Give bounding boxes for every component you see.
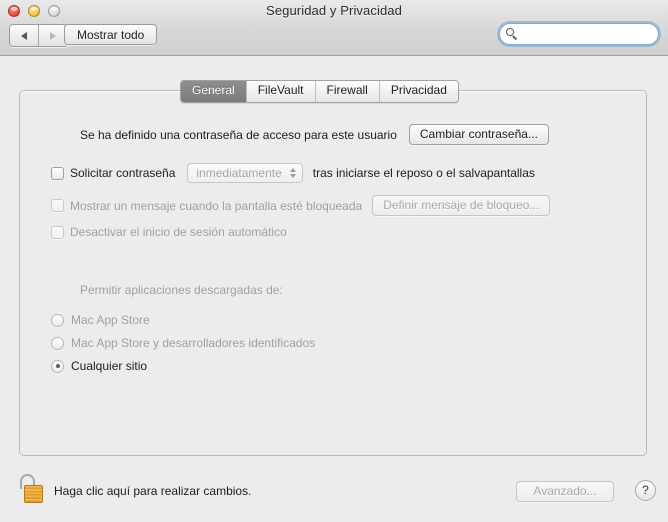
window-title: Seguridad y Privacidad [266,3,402,18]
allow-apps-option-anywhere[interactable]: Cualquier sitio [51,359,147,373]
general-settings-panel: Se ha definido una contraseña de acceso … [19,90,647,456]
tab-filevault[interactable]: FileVault [246,81,316,102]
password-status-label: Se ha definido una contraseña de acceso … [80,127,397,142]
allow-apps-option-identified-developers[interactable]: Mac App Store y desarrolladores identifi… [51,336,315,350]
require-password-checkbox[interactable] [51,166,64,180]
search-field[interactable] [499,23,659,45]
search-input[interactable] [521,26,649,42]
password-delay-select: inmediatamente [187,163,303,183]
arrow-right-icon [50,31,56,40]
allow-apps-heading-row: Permitir aplicaciones descargadas de: [80,283,283,297]
lock-icon[interactable] [18,474,44,504]
radio-identified-developers-label: Mac App Store y desarrolladores identifi… [71,336,316,350]
require-password-suffix-label: tras iniciarse el reposo o el salvapanta… [312,166,535,180]
allow-apps-option-mac-app-store[interactable]: Mac App Store [51,313,150,327]
security-privacy-window: Seguridad y Privacidad Mostrar todo Gene… [0,0,668,522]
tab-firewall[interactable]: Firewall [315,81,380,102]
forward-button [38,25,67,46]
show-lock-message-label: Mostrar un mensaje cuando la pantalla es… [70,198,363,213]
require-password-label: Solicitar contraseña [70,166,176,180]
search-icon [506,28,518,40]
password-delay-value: inmediatamente [196,166,282,180]
stepper-arrows-icon [289,168,296,178]
show-all-button[interactable]: Mostrar todo [64,24,158,45]
radio-anywhere-label: Cualquier sitio [71,359,148,373]
tab-general[interactable]: General [181,81,247,102]
radio-identified-developers[interactable] [51,336,64,350]
window-titlebar: Seguridad y Privacidad Mostrar todo [0,0,668,56]
password-status-row: Se ha definido una contraseña de acceso … [80,124,549,145]
lock-hint-text: Haga clic aquí para realizar cambios. [54,484,252,498]
preference-tabs: General FileVault Firewall Privacidad [180,80,459,103]
help-button[interactable]: ? [635,480,656,501]
radio-mac-app-store-label: Mac App Store [71,313,150,327]
arrow-left-icon [21,31,27,40]
allow-apps-heading: Permitir aplicaciones descargadas de: [80,283,283,297]
disable-auto-login-row: Desactivar el inicio de sesión automátic… [51,225,287,239]
lock-body-icon [24,485,43,503]
radio-anywhere[interactable] [51,359,64,373]
back-button[interactable] [10,25,38,46]
disable-auto-login-label: Desactivar el inicio de sesión automátic… [70,225,287,239]
change-password-button[interactable]: Cambiar contraseña... [408,124,549,145]
radio-mac-app-store[interactable] [51,313,64,327]
show-lock-message-checkbox [51,199,64,212]
tab-privacidad[interactable]: Privacidad [379,81,458,102]
navigation-segmented-control [9,24,68,47]
show-lock-message-row: Mostrar un mensaje cuando la pantalla es… [51,195,551,216]
require-password-row: Solicitar contraseña inmediatamente tras… [51,163,535,183]
advanced-button: Avanzado... [516,481,614,502]
disable-auto-login-checkbox [51,225,64,239]
set-lock-message-button: Definir mensaje de bloqueo... [372,195,551,216]
